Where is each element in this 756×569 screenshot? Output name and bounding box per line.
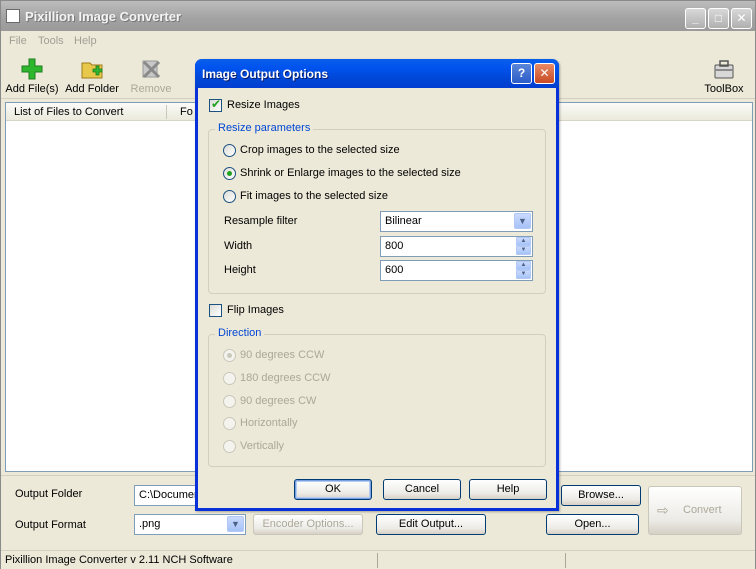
resize-parameters-legend: Resize parameters	[215, 122, 314, 134]
resample-filter-label: Resample filter	[224, 215, 298, 227]
fit-radio[interactable]	[223, 190, 236, 203]
direction-vertical-radio[interactable]	[223, 440, 236, 453]
menu-bar: File Tools Help	[1, 32, 755, 50]
toolbox-button[interactable]: ToolBox	[701, 51, 747, 97]
add-folder-label: Add Folder	[65, 83, 119, 95]
convert-arrow-icon: ⇨	[657, 502, 669, 518]
close-button[interactable]: ✕	[731, 8, 752, 29]
direction-90-cw-radio[interactable]	[223, 395, 236, 408]
flip-images-checkbox[interactable]	[209, 304, 222, 317]
ok-button[interactable]: OK	[294, 479, 372, 500]
direction-180-ccw-label[interactable]: 180 degrees CCW	[240, 372, 331, 384]
direction-group: Direction 90 degrees CCW 180 degrees CCW…	[208, 327, 546, 467]
resize-images-label[interactable]: Resize Images	[227, 99, 300, 111]
cancel-button[interactable]: Cancel	[383, 479, 461, 500]
status-bar: Pixillion Image Converter v 2.11 NCH Sof…	[1, 550, 755, 569]
spin-up-icon[interactable]: ▲	[516, 237, 531, 246]
width-spinner[interactable]: 800 ▲ ▼	[380, 236, 533, 257]
spin-down-icon[interactable]: ▼	[516, 270, 531, 279]
dialog-help-button[interactable]: ?	[511, 63, 532, 84]
output-folder-label: Output Folder	[15, 488, 83, 500]
open-button[interactable]: Open...	[546, 514, 639, 535]
app-icon	[6, 9, 20, 23]
maximize-button[interactable]: □	[708, 8, 729, 29]
toolbox-label: ToolBox	[704, 83, 744, 95]
menu-tools[interactable]: Tools	[38, 35, 64, 47]
resample-filter-select[interactable]: Bilinear ▼	[380, 211, 533, 232]
spin-up-icon[interactable]: ▲	[516, 261, 531, 270]
help-button[interactable]: Help	[469, 479, 547, 500]
flip-images-label[interactable]: Flip Images	[227, 304, 284, 316]
convert-button[interactable]: ⇨ Convert	[648, 486, 742, 535]
height-label: Height	[224, 264, 256, 276]
edit-output-button[interactable]: Edit Output...	[376, 514, 486, 535]
help-icon: ?	[517, 66, 526, 80]
main-title-bar: Pixillion Image Converter _ □ ✕	[1, 1, 755, 31]
remove-icon	[142, 60, 161, 79]
radio-selected-dot	[227, 171, 232, 176]
add-folder-button[interactable]: Add Folder	[63, 51, 121, 97]
minimize-button[interactable]: _	[685, 8, 706, 29]
add-plus-icon	[21, 58, 43, 80]
close-icon: ✕	[736, 11, 747, 25]
close-icon: ✕	[539, 66, 550, 80]
direction-horizontal-radio[interactable]	[223, 417, 236, 430]
toolbox-icon	[714, 60, 734, 79]
direction-180-ccw-radio[interactable]	[223, 372, 236, 385]
column-divider[interactable]	[166, 105, 167, 119]
minimize-icon: _	[692, 11, 699, 25]
output-format-value: .png	[139, 518, 161, 530]
encoder-options-button[interactable]: Encoder Options...	[253, 514, 363, 535]
menu-file[interactable]: File	[9, 35, 27, 47]
dialog-close-button[interactable]: ✕	[534, 63, 555, 84]
maximize-icon: □	[714, 11, 723, 25]
resize-parameters-group: Resize parameters Crop images to the sel…	[208, 122, 546, 294]
direction-vertical-label[interactable]: Vertically	[240, 440, 284, 452]
fit-label[interactable]: Fit images to the selected size	[240, 190, 388, 202]
direction-90-cw-label[interactable]: 90 degrees CW	[240, 395, 316, 407]
direction-90-ccw-label[interactable]: 90 degrees CCW	[240, 349, 324, 361]
width-spin-buttons[interactable]: ▲ ▼	[516, 237, 531, 255]
menu-help[interactable]: Help	[74, 35, 97, 47]
crop-radio[interactable]	[223, 144, 236, 157]
output-format-label: Output Format	[15, 519, 86, 531]
checkmark-icon: ✔	[211, 97, 222, 111]
crop-label[interactable]: Crop images to the selected size	[240, 144, 400, 156]
resample-filter-value: Bilinear	[385, 215, 422, 227]
image-output-options-dialog: Image Output Options ? ✕ ✔ Resize Images…	[195, 59, 559, 511]
status-text: Pixillion Image Converter v 2.11 NCH Sof…	[5, 554, 233, 566]
remove-label: Remove	[130, 83, 172, 95]
height-value: 600	[385, 264, 404, 276]
status-divider	[565, 553, 566, 568]
shrink-enlarge-radio[interactable]	[223, 167, 236, 180]
chevron-down-icon[interactable]: ▼	[514, 213, 531, 229]
add-files-label: Add File(s)	[5, 83, 59, 95]
resize-images-checkbox[interactable]: ✔	[209, 97, 222, 112]
chevron-down-icon[interactable]: ▼	[227, 516, 244, 532]
app-title: Pixillion Image Converter	[25, 9, 182, 24]
add-folder-icon	[81, 62, 103, 79]
direction-legend: Direction	[215, 327, 265, 339]
dialog-title: Image Output Options	[202, 67, 328, 81]
radio-selected-dot	[227, 353, 232, 358]
output-folder-input[interactable]: C:\Documen	[134, 485, 198, 506]
width-label: Width	[224, 240, 253, 252]
dialog-title-bar: Image Output Options ? ✕	[195, 59, 559, 88]
add-files-button[interactable]: Add File(s)	[3, 51, 61, 97]
output-format-select[interactable]: .png ▼	[134, 514, 246, 535]
direction-horizontal-label[interactable]: Horizontally	[240, 417, 297, 429]
remove-button[interactable]: Remove	[125, 51, 177, 97]
column-header-files[interactable]: List of Files to Convert	[14, 106, 123, 118]
convert-label: Convert	[683, 504, 722, 516]
shrink-enlarge-label[interactable]: Shrink or Enlarge images to the selected…	[240, 167, 461, 179]
height-spin-buttons[interactable]: ▲ ▼	[516, 261, 531, 279]
status-divider	[377, 553, 378, 568]
spin-down-icon[interactable]: ▼	[516, 246, 531, 255]
column-header-format[interactable]: Fo	[180, 106, 193, 118]
height-spinner[interactable]: 600 ▲ ▼	[380, 260, 533, 281]
direction-90-ccw-radio[interactable]	[223, 349, 236, 362]
browse-button[interactable]: Browse...	[561, 485, 641, 506]
width-value: 800	[385, 240, 404, 252]
